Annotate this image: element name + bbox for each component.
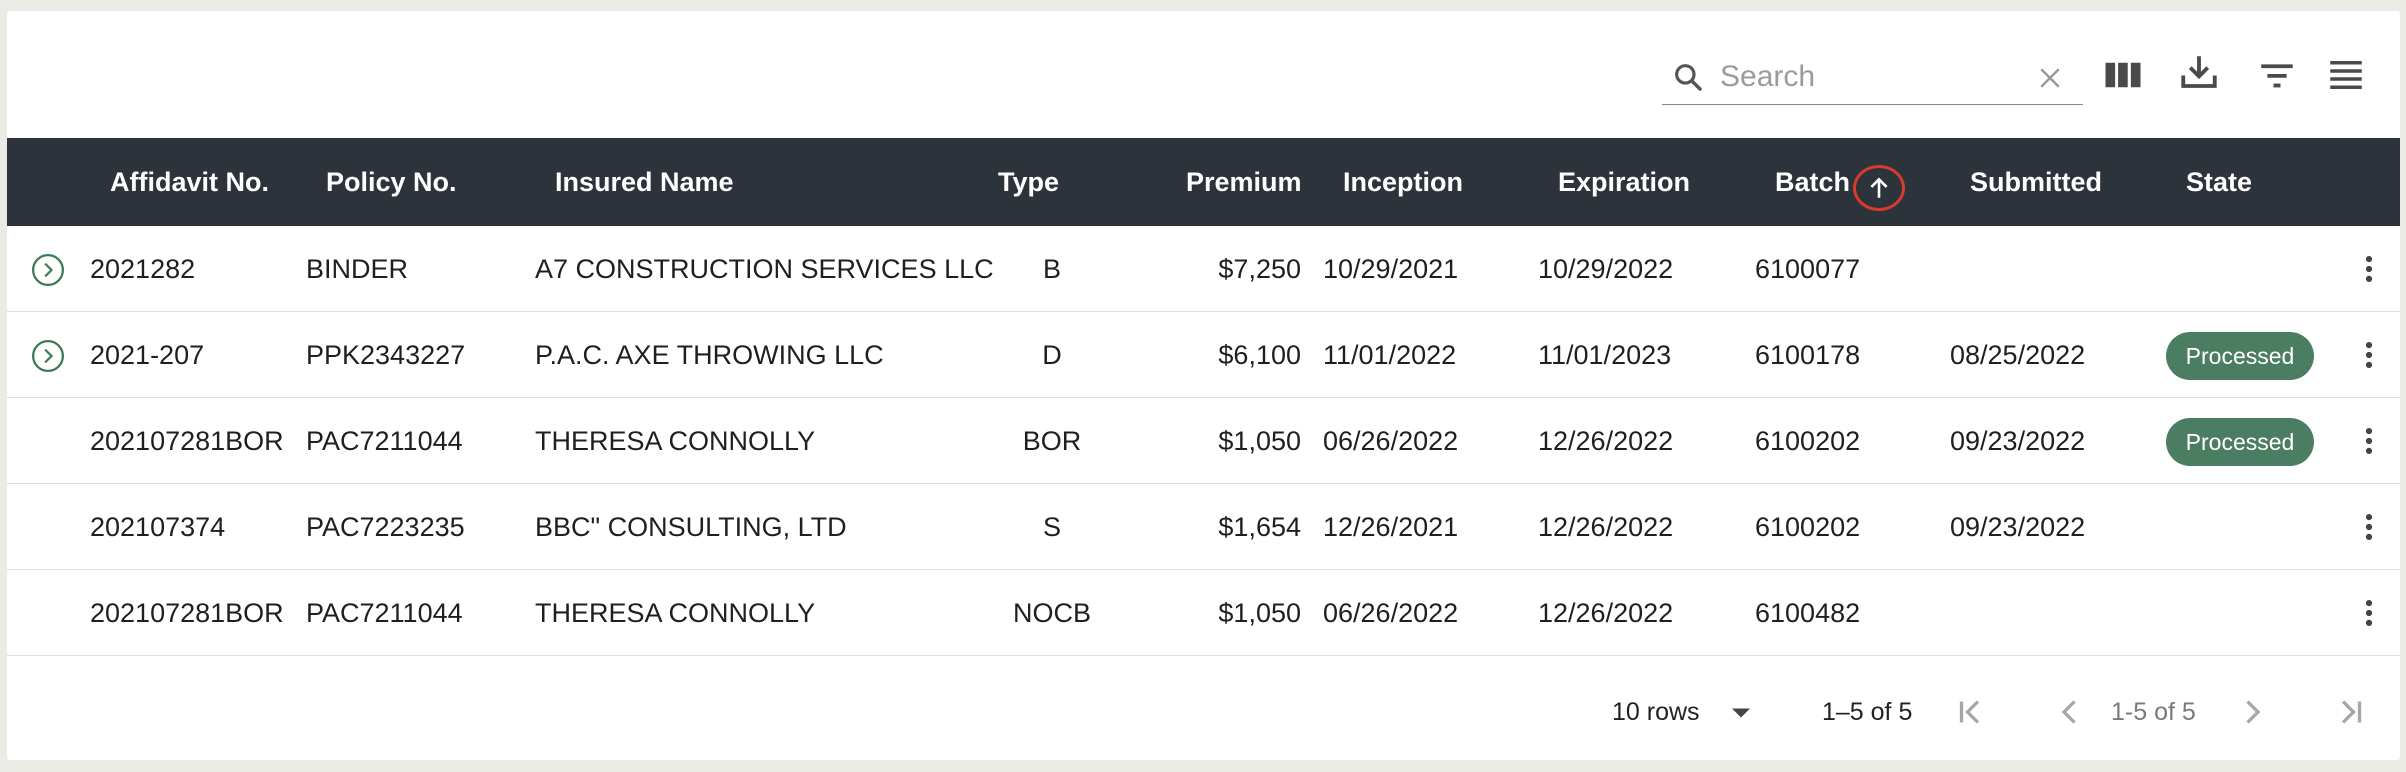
cell-premium: $1,050 bbox=[1218, 426, 1301, 456]
row-menu-icon[interactable] bbox=[2352, 510, 2386, 544]
cell-submitted: 09/23/2022 bbox=[1950, 512, 2086, 542]
next-page-icon[interactable] bbox=[2234, 694, 2270, 730]
cell-type: S bbox=[1042, 512, 1061, 542]
cell-policy: BINDER bbox=[306, 254, 409, 284]
download-icon[interactable] bbox=[2178, 51, 2220, 93]
search-box bbox=[1662, 49, 2083, 105]
cell-insured-name: P.A.C. AXE THROWING LLC bbox=[535, 340, 884, 370]
cell-policy: PAC7211044 bbox=[306, 598, 463, 628]
table-row[interactable]: 2021-207 PPK2343227 P.A.C. AXE THROWING LL… bbox=[7, 312, 2400, 398]
row-menu-icon[interactable] bbox=[2352, 424, 2386, 458]
search-input[interactable] bbox=[1720, 57, 2020, 97]
cell-type: NOCB bbox=[1012, 598, 1091, 628]
prev-page-icon[interactable] bbox=[2052, 694, 2088, 730]
cell-expiration: 12/26/2022 bbox=[1538, 426, 1674, 456]
caret-down-icon[interactable] bbox=[1723, 695, 1759, 731]
cell-inception: 06/26/2022 bbox=[1323, 598, 1459, 628]
page-info: 1-5 of 5 bbox=[2111, 698, 2196, 726]
cell-premium: $1,654 bbox=[1218, 512, 1301, 542]
cell-inception: 06/26/2022 bbox=[1323, 426, 1459, 456]
cell-type: D bbox=[1042, 340, 1062, 370]
column-header-premium[interactable]: Premium bbox=[1186, 138, 1302, 226]
column-header-batch[interactable]: Batch bbox=[1775, 138, 1850, 226]
table-row[interactable]: 202107281BOR PAC7211044 THERESA CONNOLLY NO… bbox=[7, 570, 2400, 656]
table-row[interactable]: 202107374 PAC7223235 BBC" CONSULTING, LTD S… bbox=[7, 484, 2400, 570]
cell-batch: 6100178 bbox=[1755, 340, 1861, 370]
clear-icon[interactable] bbox=[2035, 63, 2065, 93]
table-toolbar bbox=[7, 11, 2400, 138]
cell-policy: PPK2343227 bbox=[306, 340, 466, 370]
cell-affidavit: 202107374 bbox=[90, 512, 226, 542]
cell-policy: PAC7223235 bbox=[306, 512, 465, 542]
column-header-insured[interactable]: Insured Name bbox=[555, 138, 734, 226]
cell-submitted bbox=[1950, 570, 2140, 656]
filter-icon[interactable] bbox=[2256, 54, 2298, 96]
column-header-affidavit[interactable]: Affidavit No. bbox=[110, 138, 269, 226]
cell-insured-name: BBC" CONSULTING, LTD bbox=[535, 512, 847, 542]
table-row[interactable]: 202107281BOR PAC7211044 THERESA CONNOLLY BO… bbox=[7, 398, 2400, 484]
cell-policy: PAC7211044 bbox=[306, 426, 463, 456]
cell-premium: $6,100 bbox=[1218, 340, 1301, 370]
column-header-state[interactable]: State bbox=[2186, 138, 2252, 226]
data-table-panel: Affidavit No. Policy No. Insured Name Ty… bbox=[7, 11, 2400, 760]
column-header-type[interactable]: Type bbox=[998, 138, 1059, 226]
expand-row-icon[interactable] bbox=[31, 253, 65, 287]
arrow-up-icon bbox=[1870, 177, 1888, 198]
cell-expiration: 12/26/2022 bbox=[1538, 598, 1674, 628]
cell-expiration: 10/29/2022 bbox=[1538, 254, 1674, 284]
cell-batch: 6100077 bbox=[1755, 254, 1861, 284]
cell-expiration: 11/01/2023 bbox=[1538, 340, 1672, 370]
column-header-inception[interactable]: Inception bbox=[1343, 138, 1463, 226]
cell-batch: 6100482 bbox=[1755, 598, 1861, 628]
search-icon bbox=[1675, 64, 1702, 91]
cell-affidavit: 202107281BOR bbox=[90, 598, 284, 628]
cell-type: BOR bbox=[1022, 426, 1082, 456]
first-page-icon[interactable] bbox=[1954, 694, 1990, 730]
table-header: Affidavit No. Policy No. Insured Name Ty… bbox=[7, 138, 2400, 226]
cell-submitted: 09/23/2022 bbox=[1950, 426, 2086, 456]
cell-affidavit: 2021-207 bbox=[90, 340, 205, 370]
cell-premium: $1,050 bbox=[1218, 598, 1301, 628]
cell-premium: $7,250 bbox=[1218, 254, 1301, 284]
row-menu-icon[interactable] bbox=[2352, 252, 2386, 286]
cell-affidavit: 2021282 bbox=[90, 254, 196, 284]
sort-indicator[interactable] bbox=[1853, 165, 1905, 211]
cell-insured-name: THERESA CONNOLLY bbox=[535, 426, 816, 456]
pagination-bar: 10 rows 1–5 of 5 1-5 of 5 bbox=[7, 678, 2400, 750]
row-menu-icon[interactable] bbox=[2352, 338, 2386, 372]
row-menu-icon[interactable] bbox=[2352, 596, 2386, 630]
cell-submitted: 08/25/2022 bbox=[1950, 340, 2086, 370]
pagination-range: 1–5 of 5 bbox=[1822, 698, 1913, 726]
cell-batch: 6100202 bbox=[1755, 512, 1861, 542]
cell-affidavit: 202107281BOR bbox=[90, 426, 284, 456]
cell-inception: 10/29/2021 bbox=[1323, 254, 1459, 284]
cell-type: B bbox=[1042, 254, 1061, 284]
cell-inception: 12/26/2021 bbox=[1323, 512, 1459, 542]
table-row[interactable]: 2021282 BINDER A7 CONSTRUCTION SERVICES LL… bbox=[7, 226, 2400, 312]
column-header-policy[interactable]: Policy No. bbox=[326, 138, 457, 226]
cell-insured-name: A7 CONSTRUCTION SERVICES LLC bbox=[535, 254, 994, 284]
rows-per-page-select[interactable]: 10 rows bbox=[1612, 696, 1700, 728]
status-badge: Processed bbox=[2166, 418, 2314, 466]
expand-row-icon[interactable] bbox=[31, 339, 65, 373]
columns-icon[interactable] bbox=[2102, 54, 2144, 96]
column-header-expiration[interactable]: Expiration bbox=[1558, 138, 1690, 226]
column-header-submitted[interactable]: Submitted bbox=[1970, 138, 2102, 226]
cell-insured-name: THERESA CONNOLLY bbox=[535, 598, 816, 628]
status-badge: Processed bbox=[2166, 332, 2314, 380]
cell-batch: 6100202 bbox=[1755, 426, 1861, 456]
last-page-icon[interactable] bbox=[2331, 694, 2367, 730]
cell-submitted bbox=[1950, 226, 2140, 312]
density-icon[interactable] bbox=[2325, 54, 2367, 96]
cell-inception: 11/01/2022 bbox=[1323, 340, 1457, 370]
cell-expiration: 12/26/2022 bbox=[1538, 512, 1674, 542]
